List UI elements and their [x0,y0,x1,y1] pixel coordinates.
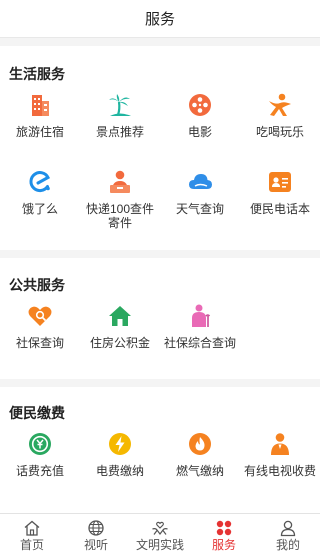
service-label: 饿了么 [21,202,58,216]
person-fun-icon [267,92,293,118]
service-grid: 话费充值 电费缴纳 燃气缴纳 有线电视收费 [0,427,320,504]
service-label: 住房公积金 [89,336,150,350]
phone-recharge-icon [27,431,53,457]
section-public-services: 公共服务 社保查询 住房公积金 社保综合查询 [0,258,320,376]
service-label: 社保综合查询 [163,336,236,350]
service-label: 快递100查件寄件 [85,202,155,230]
service-label: 吃喝玩乐 [255,125,304,139]
hotel-building-icon [27,92,53,118]
heart-search-icon [27,303,53,329]
section-divider [0,38,320,46]
grid-dots-icon [215,519,233,537]
tab-label: 服务 [211,538,236,552]
tab-label: 视听 [83,538,108,552]
service-travel-hotel[interactable]: 旅游住宿 [0,88,80,165]
section-life-services: 生活服务 旅游住宿 景点推荐 电影 吃喝玩乐 饿了么 快递100查件寄件 天气查… [0,46,320,242]
user-icon [279,519,297,537]
service-phone-recharge[interactable]: 话费充值 [0,427,80,504]
service-express[interactable]: 快递100查件寄件 [80,165,160,242]
service-housing-fund[interactable]: 住房公积金 [80,299,160,376]
cloud-icon [187,169,213,195]
tab-label: 文明实践 [135,538,184,552]
service-label: 景点推荐 [95,125,144,139]
service-grid: 旅游住宿 景点推荐 电影 吃喝玩乐 饿了么 快递100查件寄件 天气查询 便民电… [0,88,320,242]
eleme-logo-icon [27,169,53,195]
globe-icon [87,519,105,537]
gas-flame-icon [187,431,213,457]
tab-services[interactable]: 服务 [192,514,256,555]
elderly-person-icon [187,303,213,329]
service-label: 旅游住宿 [15,125,64,139]
service-label: 燃气缴纳 [175,464,224,478]
service-label: 有线电视收费 [243,464,316,478]
service-label: 电费缴纳 [95,464,144,478]
palm-tree-icon [107,92,133,118]
phonebook-icon [267,169,293,195]
service-grid: 社保查询 住房公积金 社保综合查询 [0,299,320,376]
lightning-icon [107,431,133,457]
service-label: 话费充值 [15,464,64,478]
tab-media[interactable]: 视听 [64,514,128,555]
cable-tv-person-icon [267,431,293,457]
top-bar: 服务 [0,0,320,38]
section-divider [0,379,320,387]
service-label: 电影 [187,125,212,139]
service-eleme[interactable]: 饿了么 [0,165,80,242]
service-electricity[interactable]: 电费缴纳 [80,427,160,504]
service-label: 便民电话本 [249,202,310,216]
service-cable-tv[interactable]: 有线电视收费 [240,427,320,504]
tab-label: 我的 [275,538,300,552]
film-reel-icon [187,92,213,118]
section-divider [0,250,320,258]
hands-heart-icon [151,519,169,537]
tab-label: 首页 [19,538,44,552]
service-movie[interactable]: 电影 [160,88,240,165]
house-icon [107,303,133,329]
page-title: 服务 [144,11,175,28]
service-gas[interactable]: 燃气缴纳 [160,427,240,504]
section-title: 便民缴费 [9,405,65,421]
section-title: 公共服务 [9,277,65,293]
courier-icon [107,169,133,195]
section-bill-payment: 便民缴费 话费充值 电费缴纳 燃气缴纳 有线电视收费 [0,387,320,504]
service-attractions[interactable]: 景点推荐 [80,88,160,165]
service-social-security[interactable]: 社保查询 [0,299,80,376]
bottom-tab-bar: 首页 视听 文明实践 服务 我的 [0,513,320,555]
service-label: 社保查询 [15,336,64,350]
service-weather[interactable]: 天气查询 [160,165,240,242]
service-label: 天气查询 [175,202,224,216]
tab-civilization-practice[interactable]: 文明实践 [128,514,192,555]
service-food-fun[interactable]: 吃喝玩乐 [240,88,320,165]
section-title: 生活服务 [9,66,65,82]
service-social-security-query[interactable]: 社保综合查询 [160,299,240,376]
home-icon [23,519,41,537]
tab-home[interactable]: 首页 [0,514,64,555]
service-phonebook[interactable]: 便民电话本 [240,165,320,242]
tab-mine[interactable]: 我的 [256,514,320,555]
